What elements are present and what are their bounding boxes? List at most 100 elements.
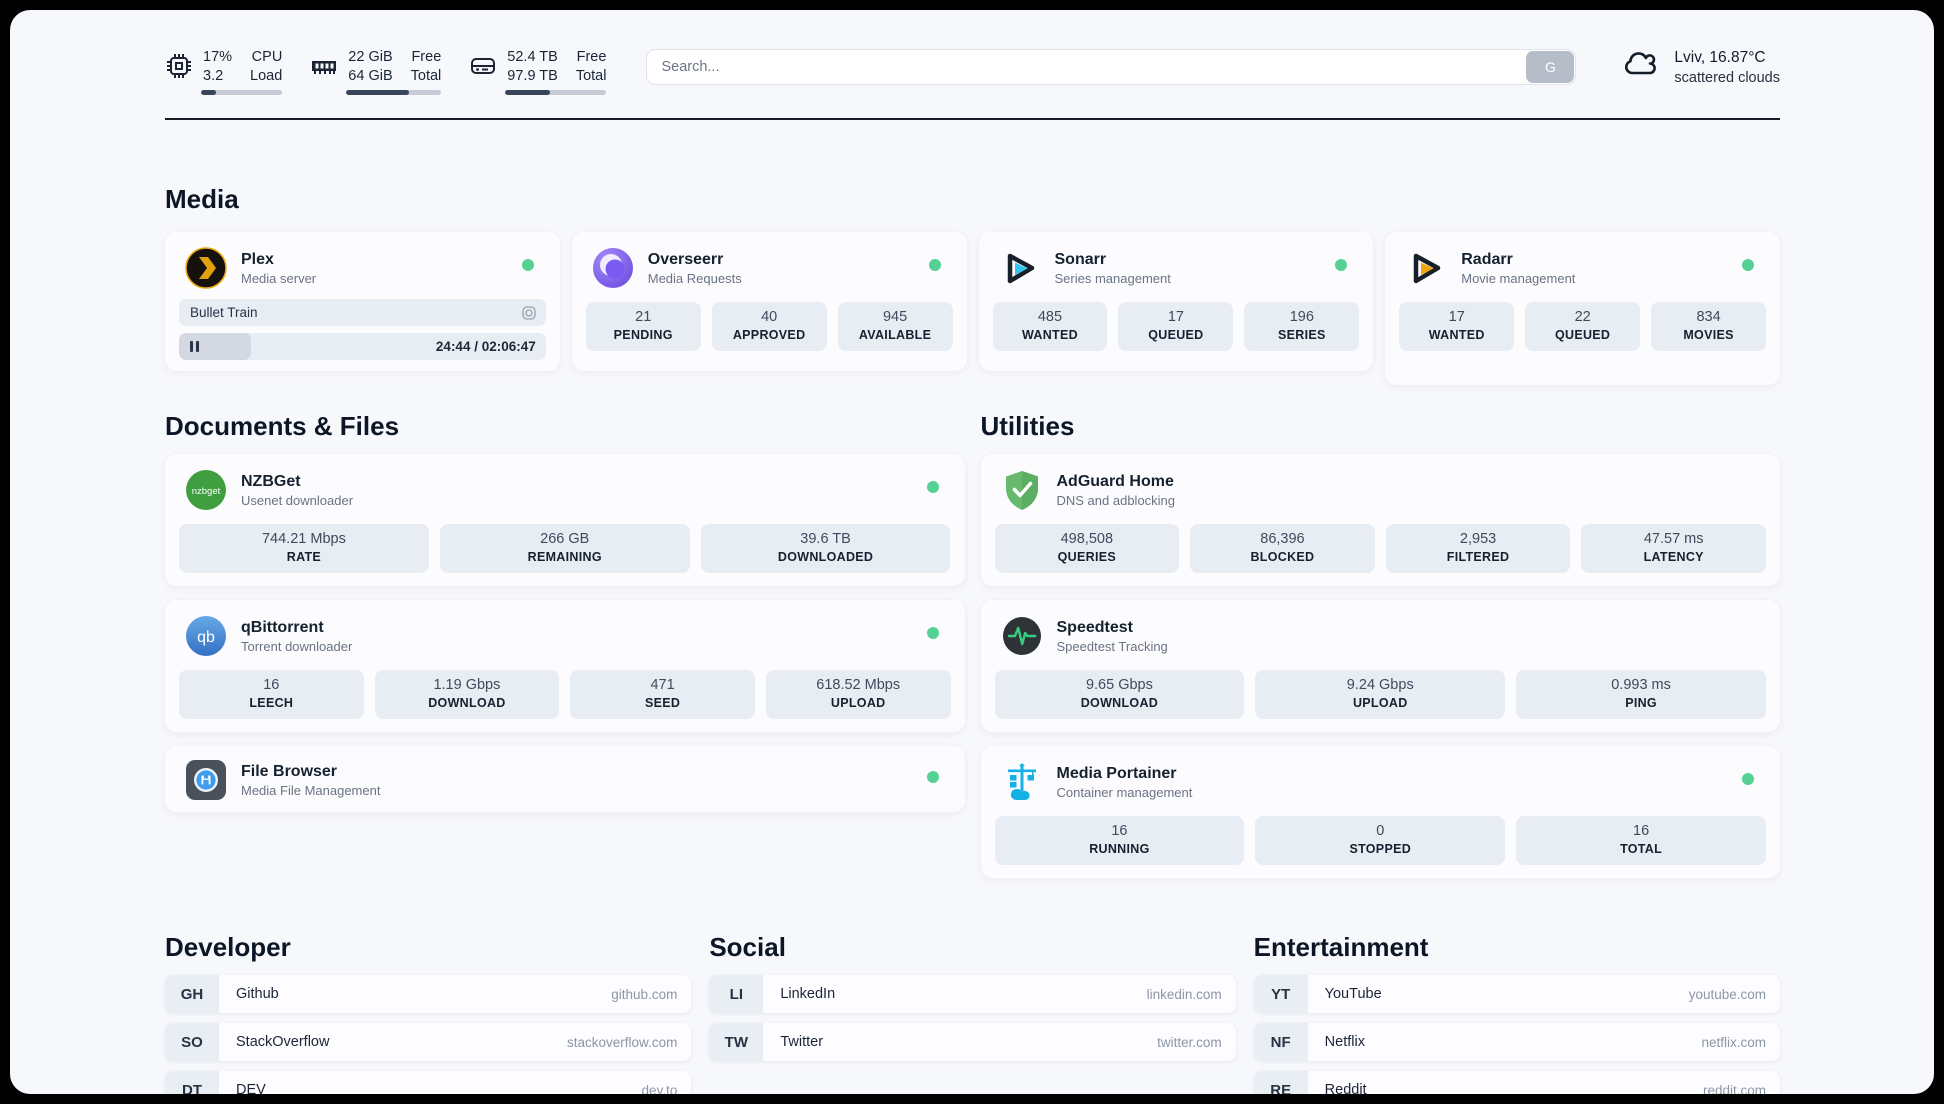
app-card-filebrowser: File Browser Media File Management [165, 746, 965, 812]
disk-progress-bar [505, 90, 607, 95]
link-stackoverflow[interactable]: SO StackOverflow stackoverflow.com [165, 1023, 692, 1061]
app-header-nzbget[interactable]: nzbget NZBGet Usenet downloader [179, 467, 951, 511]
app-name: qBittorrent [241, 618, 324, 636]
disk-icon [469, 52, 497, 80]
playback-time: 24:44 / 02:06:47 [435, 339, 536, 354]
speedtest-icon [1001, 615, 1043, 657]
search-input[interactable] [646, 49, 1577, 85]
app-name: Plex [241, 250, 274, 268]
stat-download: 1.19 Gbps DOWNLOAD [374, 670, 560, 719]
stats-row: 498,508 QUERIES 86,396 BLOCKED 2,953 FIL… [994, 524, 1766, 573]
link-abbr: SO [165, 1023, 219, 1061]
status-dot [1742, 259, 1754, 271]
search-engine-button[interactable]: G [1526, 51, 1575, 83]
stats-row: 16 RUNNING 0 STOPPED 16 TOTAL [994, 816, 1767, 865]
app-card-qbittorrent: qb qBittorrent Torrent downloader 16 LEE… [165, 600, 965, 732]
app-subtitle: Media File Management [241, 782, 381, 798]
app-subtitle: Media Requests [647, 270, 742, 286]
cpu-label: CPU [251, 49, 283, 65]
stat-latency: 47.57 ms LATENCY [1581, 524, 1766, 573]
stat-total: 16 TOTAL [1516, 816, 1766, 865]
top-bar: 17% 3.2 CPU Load 22 GiB 64 GiB Free Tota… [165, 36, 1780, 98]
status-dot [926, 481, 939, 493]
app-header-filebrowser[interactable]: File Browser Media File Management [179, 757, 951, 801]
cpu-icon [165, 52, 193, 80]
link-reddit[interactable]: RE Reddit reddit.com [1253, 1071, 1780, 1094]
link-url: dev.to [641, 1082, 678, 1095]
playback-progress: 24:44 / 02:06:47 [179, 333, 546, 360]
app-header-overseerr[interactable]: Overseerr Media Requests [586, 245, 953, 289]
link-github[interactable]: GH Github github.com [165, 975, 692, 1013]
app-header-qbittorrent[interactable]: qb qBittorrent Torrent downloader [179, 613, 951, 657]
adguard-icon [1001, 469, 1043, 511]
stat-upload: 9.24 Gbps UPLOAD [1255, 670, 1506, 719]
disk-total-label: Total [575, 68, 607, 84]
app-card-overseerr: Overseerr Media Requests 21 PENDING 40 A… [571, 232, 967, 371]
app-subtitle: Usenet downloader [241, 492, 354, 508]
stat-queries: 498,508 QUERIES [994, 524, 1180, 573]
app-name: Overseerr [647, 250, 724, 268]
svg-text:nzbget: nzbget [192, 486, 221, 497]
stat-running: 16 RUNNING [994, 816, 1245, 865]
cpu-load-label: Load [250, 68, 283, 84]
filebrowser-icon [185, 759, 227, 801]
link-url: linkedin.com [1146, 986, 1222, 1002]
link-label: LinkedIn [780, 986, 836, 1002]
now-playing-title: Bullet Train [190, 305, 258, 320]
link-label: Github [236, 986, 279, 1002]
stat-ping: 0.993 ms PING [1516, 670, 1766, 719]
app-card-plex: Plex Media server Bullet Train 24:44 / 0… [165, 232, 560, 371]
media-cards-row: Plex Media server Bullet Train 24:44 / 0… [165, 232, 1780, 385]
nzbget-icon: nzbget [185, 469, 227, 511]
viewfinder-icon[interactable] [521, 305, 537, 321]
weather-widget: Lviv, 16.87°C scattered clouds [1620, 46, 1780, 88]
app-header-plex[interactable]: Plex Media server [179, 245, 546, 289]
status-dot [1335, 259, 1348, 271]
app-header-speedtest[interactable]: Speedtest Speedtest Tracking [995, 613, 1767, 657]
disk-free-value: 52.4 TB [507, 49, 558, 65]
stat-upload: 618.52 Mbps UPLOAD [765, 670, 951, 719]
link-label: Twitter [780, 1034, 824, 1050]
stat-filtered: 2,953 FILTERED [1385, 524, 1571, 573]
link-abbr: GH [165, 975, 219, 1013]
link-url: stackoverflow.com [567, 1034, 678, 1050]
header-divider [165, 118, 1780, 120]
stats-row: 21 PENDING 40 APPROVED 945 AVAILABLE [585, 302, 953, 351]
section-title-media: Media [165, 184, 239, 214]
utilities-column: Utilities AdGuard Home DNS and adblockin… [980, 411, 1780, 878]
social-column: Social LI LinkedIn linkedin.com TW Twitt… [709, 932, 1236, 1071]
ram-free-value: 22 GiB [348, 49, 393, 65]
stat-pending: 21 PENDING [585, 302, 701, 351]
link-twitter[interactable]: TW Twitter twitter.com [709, 1023, 1236, 1061]
qbittorrent-icon: qb [185, 615, 227, 657]
app-header-portainer[interactable]: Media Portainer Container management [995, 759, 1767, 803]
link-netflix[interactable]: NF Netflix netflix.com [1253, 1023, 1780, 1061]
app-header-radarr[interactable]: Radarr Movie management [1399, 245, 1766, 289]
status-dot [521, 259, 534, 271]
link-youtube[interactable]: YT YouTube youtube.com [1253, 975, 1780, 1013]
stat-series: 196 SERIES [1244, 302, 1360, 351]
pause-button[interactable] [190, 341, 199, 352]
app-name: Speedtest [1056, 618, 1133, 636]
section-title-social: Social [709, 932, 786, 962]
link-abbr: DT [165, 1071, 219, 1094]
app-subtitle: DNS and adblocking [1056, 492, 1176, 508]
stat-wanted: 17 WANTED [1399, 302, 1515, 351]
plex-icon [185, 247, 227, 289]
app-header-adguard[interactable]: AdGuard Home DNS and adblocking [995, 467, 1767, 511]
status-dot [1742, 773, 1754, 785]
disk-widget: 52.4 TB 97.9 TB Free Total [469, 48, 607, 95]
disk-total-value: 97.9 TB [507, 68, 558, 84]
stat-download: 9.65 Gbps DOWNLOAD [994, 670, 1245, 719]
app-header-sonarr[interactable]: Sonarr Series management [993, 245, 1360, 289]
link-url: github.com [611, 986, 678, 1002]
ram-progress-bar [346, 90, 442, 95]
section-title-utilities: Utilities [980, 411, 1075, 441]
app-card-radarr: Radarr Movie management 17 WANTED 22 QUE… [1385, 232, 1780, 385]
link-label: DEV [236, 1082, 266, 1094]
entertainment-column: Entertainment YT YouTube youtube.com NF … [1253, 932, 1780, 1094]
stats-row: 485 WANTED 17 QUEUED 196 SERIES [992, 302, 1360, 351]
link-linkedin[interactable]: LI LinkedIn linkedin.com [709, 975, 1236, 1013]
app-name: Radarr [1461, 250, 1513, 268]
link-dev[interactable]: DT DEV dev.to [165, 1071, 692, 1095]
